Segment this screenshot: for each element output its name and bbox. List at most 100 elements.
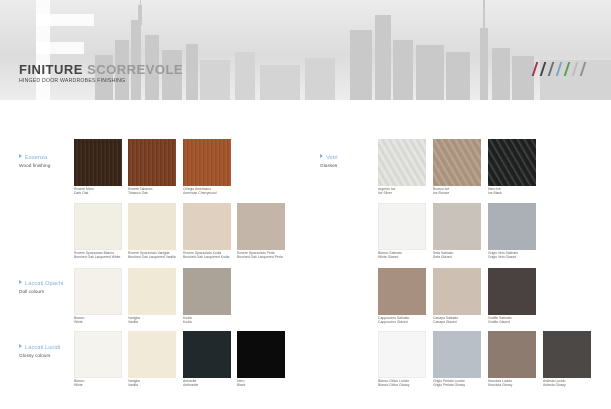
color-chip	[543, 331, 591, 378]
right-swatch: Bronzo Ice Ice Bronze	[433, 139, 481, 196]
section-title-en: Glasses	[320, 164, 338, 169]
finish-name-en: Cappuccino Glazed	[378, 320, 408, 325]
left-swatch: Rovere Spazzolato Vaniglia Brushed Oak La…	[128, 203, 176, 260]
section-essenza: Essenza Wood finishing	[19, 146, 50, 169]
section-title-en: Glossy colours	[19, 354, 51, 359]
color-chip	[378, 139, 426, 186]
finish-name-en: White	[74, 320, 83, 325]
color-chip	[433, 268, 481, 315]
header-banner: FINITURE SCORREVOLE HINGED DOOR WARDROBE…	[0, 0, 611, 100]
title-part-2: SCORREVOLE	[87, 62, 184, 77]
color-chip	[378, 268, 426, 315]
color-chip	[183, 203, 231, 250]
section-title-it: Laccati Lucidi	[25, 345, 61, 351]
section-title-it: Laccati Opachi	[25, 281, 64, 287]
right-swatch: Nocciola Lucido Nocciola Glossy	[488, 331, 536, 388]
color-chip	[74, 331, 122, 378]
right-swatch: Ardesia Lucido Ardesia Glossy	[543, 331, 591, 388]
finish-name-en: Anthracite	[183, 383, 199, 388]
triangle-marker-icon	[320, 154, 323, 158]
color-chip	[378, 203, 426, 250]
section-title-en: Dull colours	[19, 290, 45, 295]
section-title-it: Essenza	[25, 155, 48, 161]
finish-name-en: Bianco Ottico Glossy	[378, 383, 410, 388]
left-swatch: Ciliegio Americano American Cherrywood	[183, 139, 231, 196]
finish-name-en: Seta Glazed	[433, 255, 452, 260]
color-chip	[488, 268, 536, 315]
finish-name-en: White Glazed	[378, 255, 399, 260]
right-swatch: Seta Satinato Seta Glazed	[433, 203, 481, 260]
stripe-mark	[555, 62, 563, 76]
color-chip	[433, 203, 481, 250]
color-chip	[237, 203, 285, 250]
finish-name-en: Ice Bronze	[433, 191, 450, 196]
finish-name-en: Brushed Oak Lacquered Perla	[237, 255, 283, 260]
finish-name-en: Black	[237, 383, 246, 388]
finish-name-en: Brushed Oak Lacquered Vanilla	[128, 255, 176, 260]
right-swatch: Bianco Ottico Lucido Bianco Ottico Glossy	[378, 331, 426, 388]
section-laccati-opachi: Laccati Opachi Dull colours	[19, 272, 63, 295]
color-chip	[128, 139, 176, 186]
right-swatch: Grigio Perlato Lucido Grigio Perlato Glos…	[433, 331, 481, 388]
finish-name-en: Ardesia Glossy	[543, 383, 566, 388]
color-chip	[74, 139, 122, 186]
page-subtitle: HINGED DOOR WARDROBES FINISHING	[19, 78, 126, 84]
finish-name-en: American Cherrywood	[183, 191, 217, 196]
page-title: FINITURE SCORREVOLE	[19, 62, 183, 77]
stripe-mark	[539, 62, 547, 76]
color-chip	[128, 331, 176, 378]
finish-name-en: Grigio Perlato Glossy	[433, 383, 466, 388]
color-chip	[183, 139, 231, 186]
finish-name-en: Brushed Oak Lacquered Kodia	[183, 255, 230, 260]
color-chip	[128, 268, 176, 315]
right-swatch: Grafite Satinato Grafite Glazed	[488, 268, 536, 325]
color-chip	[488, 331, 536, 378]
triangle-marker-icon	[19, 344, 22, 348]
stripe-mark	[563, 62, 571, 76]
color-chip	[488, 203, 536, 250]
section-title-it: Vetri	[326, 155, 338, 161]
color-chip	[74, 203, 122, 250]
stripe-mark	[571, 62, 579, 76]
finish-name-en: White	[74, 383, 83, 388]
finish-name-en: Nocciola Glossy	[488, 383, 513, 388]
left-swatch: Nero Black	[237, 331, 285, 388]
finish-name-en: Vanilla	[128, 320, 138, 325]
color-chip	[433, 331, 481, 378]
finish-name-en: Dark Oak	[74, 191, 89, 196]
color-chip	[183, 268, 231, 315]
right-swatch: Cappuccino Satinato Cappuccino Glazed	[378, 268, 426, 325]
left-swatch: Bianco White	[74, 268, 122, 325]
right-swatch: Canapa Satinato Canapa Glazed	[433, 268, 481, 325]
finish-name-en: Canapa Glazed	[433, 320, 457, 325]
left-swatch: Rovere Spazzolato Kodia Brushed Oak Lacqu…	[183, 203, 231, 260]
finish-name-en: Grafite Glazed	[488, 320, 510, 325]
left-swatch: Kodia Kodia	[183, 268, 231, 325]
color-chip	[378, 331, 426, 378]
color-chip	[74, 268, 122, 315]
finish-name-en: Ice Black	[488, 191, 502, 196]
triangle-marker-icon	[19, 154, 22, 158]
color-chip	[128, 203, 176, 250]
title-part-1: FINITURE	[19, 62, 83, 77]
right-swatch: Nero Ice Ice Black	[488, 139, 536, 196]
big-letter-f-graphic	[36, 0, 94, 100]
left-swatch: Rovere Moro Dark Oak	[74, 139, 122, 196]
color-chip	[488, 139, 536, 186]
color-chip	[433, 139, 481, 186]
finish-name-en: Tobacco Oak	[128, 191, 148, 196]
finish-name-en: Ice Silver	[378, 191, 392, 196]
left-swatch: Bianco White	[74, 331, 122, 388]
left-swatch: Rovere Tabacco Tobacco Oak	[128, 139, 176, 196]
finish-name-en: Grigio Velo Glazed	[488, 255, 517, 260]
section-vetri: Vetri Glasses	[320, 146, 338, 169]
triangle-marker-icon	[19, 280, 22, 284]
finish-name-en: Brushed Oak Lacquered White	[74, 255, 121, 260]
finish-name-en: Vanilla	[128, 383, 138, 388]
left-swatch: Rovere Spazzolato Bianco Brushed Oak Lacq…	[74, 203, 122, 260]
right-swatch: Argento Ice Ice Silver	[378, 139, 426, 196]
color-chip	[183, 331, 231, 378]
right-swatch: Grigio Velo Satinato Grigio Velo Glazed	[488, 203, 536, 260]
right-swatch: Bianco Satinato White Glazed	[378, 203, 426, 260]
section-title-en: Wood finishing	[19, 164, 51, 169]
